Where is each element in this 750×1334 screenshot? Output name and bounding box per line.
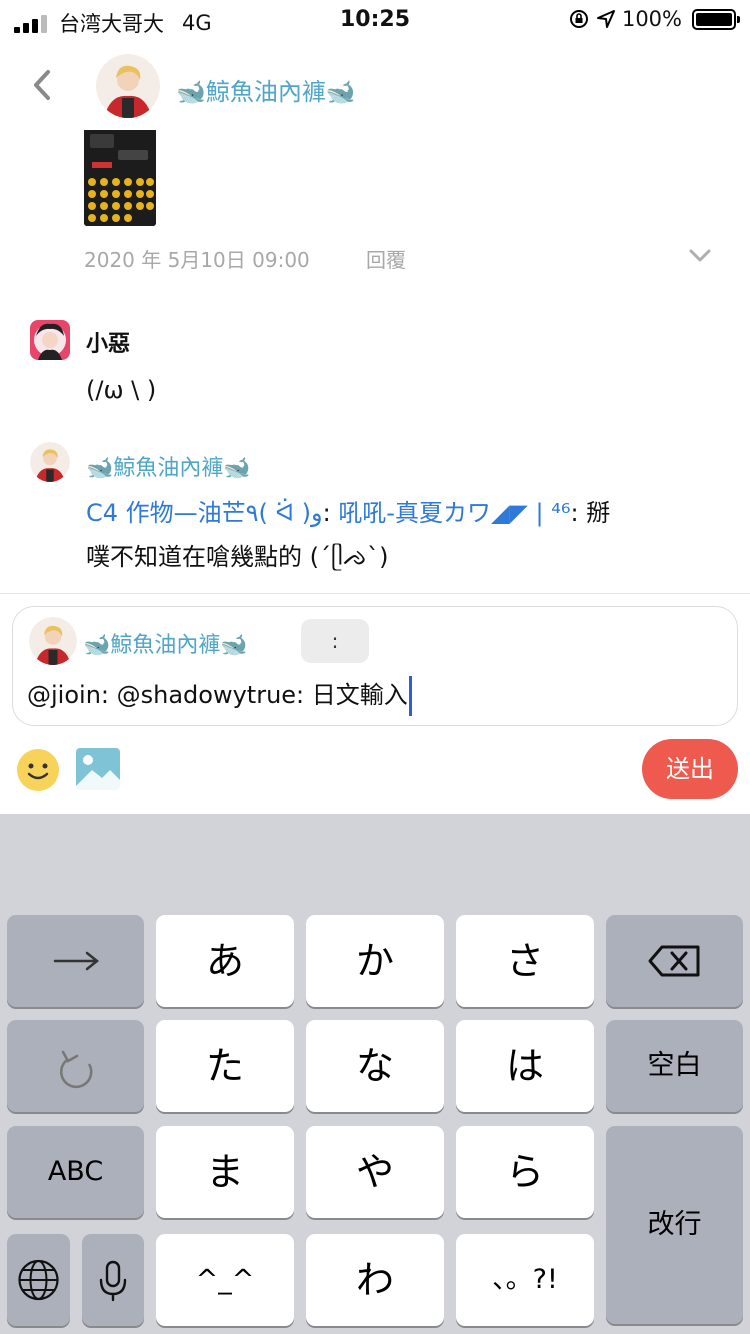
keyboard: あ か さ た な は 空白 ABC ま や ら 改行 ^_^ わ 、。?! (0, 814, 750, 1334)
key-punctuation[interactable]: 、。?! (456, 1234, 594, 1326)
message-timestamp: 2020 年 5月10日 09:00 (84, 248, 310, 272)
message-1-text: (/ω \ ) (86, 376, 157, 404)
key-backspace[interactable] (606, 915, 743, 1007)
microphone-icon (99, 1260, 127, 1302)
mention-link-2[interactable]: 吼吼-真夏カワ◢◤ | ⁴⁶ (338, 499, 570, 527)
undo-icon (60, 1050, 93, 1089)
text-caret (408, 676, 412, 716)
key-ya[interactable]: や (306, 1126, 444, 1218)
divider (0, 593, 750, 594)
key-a[interactable]: あ (156, 915, 294, 1007)
key-arrow-right[interactable] (7, 915, 144, 1007)
compose-avatar (29, 617, 77, 665)
key-space[interactable]: 空白 (606, 1020, 743, 1112)
chat-header: 🐋鯨魚油內褲🐋 (0, 40, 750, 130)
key-sa[interactable]: さ (456, 915, 594, 1007)
globe-icon (18, 1259, 59, 1301)
key-emoticon[interactable]: ^_^ (156, 1234, 294, 1326)
key-ra[interactable]: ら (456, 1126, 594, 1218)
message-2-avatar[interactable] (30, 442, 70, 482)
send-button[interactable]: 送出 (642, 739, 738, 799)
key-ka[interactable]: か (306, 915, 444, 1007)
message-2-line-2: 噗不知道在嗆幾點的 (´ᥫᨌ`) (86, 543, 389, 571)
message-image-thumbnail[interactable] (84, 126, 156, 226)
message-input[interactable]: @jioin: @shadowytrue: 日文輸入 (27, 673, 723, 717)
message-2-author[interactable]: 🐋鯨魚油內褲🐋 (86, 450, 251, 482)
mention-link[interactable]: C4 作物—油芒٩( ᐛ )و (86, 499, 323, 527)
key-globe[interactable] (7, 1234, 70, 1326)
key-ma[interactable]: ま (156, 1126, 294, 1218)
header-avatar[interactable] (96, 54, 160, 118)
key-na[interactable]: な (306, 1020, 444, 1112)
message-input-value: @jioin: @shadowytrue: 日文輸入 (27, 681, 408, 709)
battery-percent: 100% (621, 7, 682, 31)
status-bar: 台湾大哥大 4G 10:25 100% (0, 0, 750, 40)
battery-icon (692, 8, 740, 30)
emoji-icon[interactable] (16, 748, 60, 792)
key-wa[interactable]: わ (306, 1234, 444, 1326)
message-2-separator: : (322, 499, 339, 527)
qualifier-select[interactable]: : (301, 619, 369, 663)
back-chevron-icon[interactable] (30, 66, 54, 104)
backspace-icon (648, 945, 700, 977)
chevron-down-icon[interactable] (688, 248, 712, 264)
key-microphone[interactable] (82, 1234, 144, 1326)
compose-author: 🐋鯨魚油內褲🐋 (83, 633, 248, 658)
compose-box[interactable]: 🐋鯨魚油內褲🐋 : @jioin: @shadowytrue: 日文輸入 (12, 606, 738, 726)
key-ha[interactable]: は (456, 1020, 594, 1112)
orientation-lock-icon (569, 10, 588, 28)
reply-link[interactable]: 回覆 (366, 244, 406, 273)
message-2-line-1: C4 作物—油芒٩( ᐛ )و: 吼吼-真夏カワ◢◤ | ⁴⁶: 掰 (86, 492, 610, 534)
message-1-avatar[interactable] (30, 320, 70, 360)
key-ta[interactable]: た (156, 1020, 294, 1112)
message-1-author[interactable]: 小惡 (86, 326, 130, 358)
location-icon (596, 10, 615, 28)
message-2-line-1-end: : 掰 (570, 499, 611, 527)
key-undo[interactable] (7, 1020, 144, 1112)
key-return[interactable]: 改行 (606, 1126, 743, 1324)
status-right: 100% (568, 7, 740, 31)
battery-level (696, 12, 732, 26)
key-abc[interactable]: ABC (7, 1126, 144, 1218)
image-icon[interactable] (76, 748, 120, 790)
header-title[interactable]: 🐋鯨魚油內褲🐋 (176, 72, 356, 107)
